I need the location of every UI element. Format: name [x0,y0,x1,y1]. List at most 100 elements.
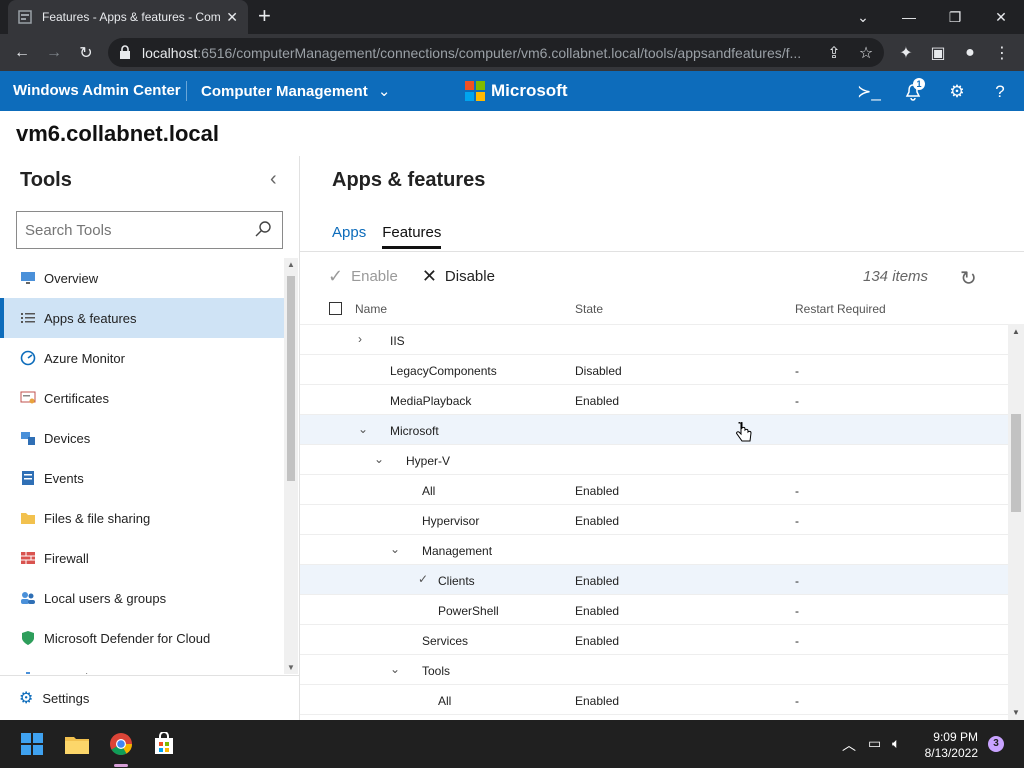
chevron-down-icon[interactable]: ⌄ [374,452,384,466]
browser-tab[interactable]: Features - Apps & features - Com ✕ [8,0,248,34]
collapse-pane-icon[interactable]: ‹ [270,168,277,191]
address-bar[interactable]: localhost:6516/computerManagement/connec… [108,38,884,67]
forward-icon[interactable]: → [42,41,66,65]
context-label: Computer Management [201,83,368,100]
row-check-icon[interactable]: ✓ [418,572,428,586]
chevron-down-icon[interactable]: ⌄ [390,542,400,556]
new-tab-icon[interactable]: + [258,5,271,27]
context-dropdown[interactable]: Computer Management ⌄ [201,82,390,100]
chevron-down-icon[interactable]: ⌄ [358,422,368,436]
reload-icon[interactable]: ↻ [74,41,98,65]
feature-row[interactable]: ⌄ Tools [300,655,1008,685]
column-restart-required[interactable]: Restart Required [795,302,886,316]
feature-row[interactable]: All Enabled - [300,475,1008,505]
side-panel-icon[interactable]: ▣ [926,41,950,65]
disable-button[interactable]: ✕ Disable [422,266,495,287]
app-brand[interactable]: Windows Admin Center [13,82,181,99]
feature-state: Enabled [575,514,620,528]
feature-name: PowerShell [438,604,499,618]
feature-state: Enabled [575,574,620,588]
feature-state: Enabled [575,604,620,618]
network-tray-icon[interactable]: ▭ [868,735,881,752]
settings-gear-icon[interactable]: ⚙ [946,81,968,103]
enable-button[interactable]: ✓ Enable [328,266,398,287]
restore-icon[interactable]: ❐ [932,0,978,34]
store-icon[interactable] [150,730,178,758]
bookmark-star-icon[interactable]: ☆ [854,41,878,65]
feature-row[interactable]: MediaPlayback Enabled - [300,385,1008,415]
folder-icon [19,510,36,527]
microsoft-squares-icon [465,81,485,101]
scroll-down-icon[interactable]: ▼ [1012,708,1020,717]
extensions-icon[interactable]: ✦ [894,41,918,65]
feature-row[interactable]: Services Enabled - [300,625,1008,655]
feature-row[interactable]: › IIS [300,325,1008,355]
back-icon[interactable]: ← [10,41,34,65]
chevron-down-icon[interactable]: ⌄ [390,662,400,676]
tool-item-network[interactable]: Network [0,658,284,674]
tool-item-label: Files & file sharing [44,510,151,526]
tool-item-microsoft-defender-for-cloud[interactable]: Microsoft Defender for Cloud [0,618,284,658]
column-state[interactable]: State [575,302,603,316]
share-icon[interactable]: ⇪ [822,41,846,65]
search-icon[interactable] [254,220,272,242]
feature-restart-required: - [795,364,799,378]
minimize-icon[interactable]: — [886,0,932,34]
search-tools-box[interactable] [16,211,283,249]
tool-item-local-users-groups[interactable]: Local users & groups [0,578,284,618]
powershell-icon[interactable]: ≻_ [857,81,881,103]
tool-item-events[interactable]: Events [0,458,284,498]
tab-features[interactable]: Features [382,224,442,249]
select-all-checkbox[interactable] [329,302,342,315]
search-tools-input[interactable] [25,221,245,239]
volume-icon[interactable]: 🔈︎ [892,735,900,752]
feature-row[interactable]: All Enabled - [300,685,1008,715]
settings-tool-item[interactable]: ⚙ Settings [0,675,299,720]
feature-row[interactable]: ⌄ Hyper-V [300,445,1008,475]
tools-scrollbar-thumb[interactable] [287,276,295,481]
tool-item-label: Firewall [44,550,89,566]
tools-scrollbar[interactable]: ▲ ▼ [284,258,298,674]
feature-name: Clients [438,574,475,588]
scroll-up-icon[interactable]: ▲ [1012,327,1020,336]
browser-menu-icon[interactable]: ⋮ [990,41,1014,65]
scroll-down-icon[interactable]: ▼ [287,663,295,672]
feature-row[interactable]: LegacyComponents Disabled - [300,355,1008,385]
network-icon [19,670,36,674]
feature-row[interactable]: ⌄ Management [300,535,1008,565]
tool-item-files-file-sharing[interactable]: Files & file sharing [0,498,284,538]
tab-search-icon[interactable]: ⌄ [840,0,886,34]
taskbar-clock[interactable]: 9:09 PM 8/13/2022 [918,729,978,761]
help-icon[interactable]: ? [989,81,1011,103]
tool-item-apps-features[interactable]: Apps & features [0,298,284,338]
column-name[interactable]: Name [355,302,387,316]
file-explorer-icon[interactable] [63,730,91,758]
feature-row[interactable]: ✓ Clients Enabled - [300,565,1008,595]
tool-item-label: Certificates [44,390,110,406]
tool-item-label: Apps & features [44,310,137,326]
feature-name: Management [422,544,493,558]
feature-state: Enabled [575,394,620,408]
start-windows-icon[interactable] [18,730,46,758]
refresh-icon[interactable]: ↻ [960,266,977,291]
feature-row[interactable]: PowerShell Enabled - [300,595,1008,625]
profile-icon[interactable]: ● [958,41,982,65]
grid-scrollbar[interactable]: ▲ ▼ [1008,324,1024,720]
feature-row[interactable]: ⌄ Microsoft [300,415,1008,445]
tool-item-certificates[interactable]: Certificates [0,378,284,418]
feature-row[interactable]: Hypervisor Enabled - [300,505,1008,535]
grid-scrollbar-thumb[interactable] [1011,414,1021,512]
tray-overflow-icon[interactable]: ︿ [842,735,856,755]
tool-item-azure-monitor[interactable]: Azure Monitor [0,338,284,378]
tool-item-devices[interactable]: Devices [0,418,284,458]
tool-item-firewall[interactable]: Firewall [0,538,284,578]
chrome-icon[interactable] [107,730,135,758]
close-window-icon[interactable]: ✕ [978,0,1024,34]
feature-tabs: Apps Features [332,224,457,249]
notification-center-badge[interactable]: 3 [988,736,1004,752]
chevron-right-icon[interactable]: › [358,332,362,346]
close-tab-icon[interactable]: ✕ [226,9,238,26]
tool-item-overview[interactable]: Overview [0,258,284,298]
scroll-up-icon[interactable]: ▲ [287,260,295,269]
tab-apps[interactable]: Apps [332,224,366,249]
